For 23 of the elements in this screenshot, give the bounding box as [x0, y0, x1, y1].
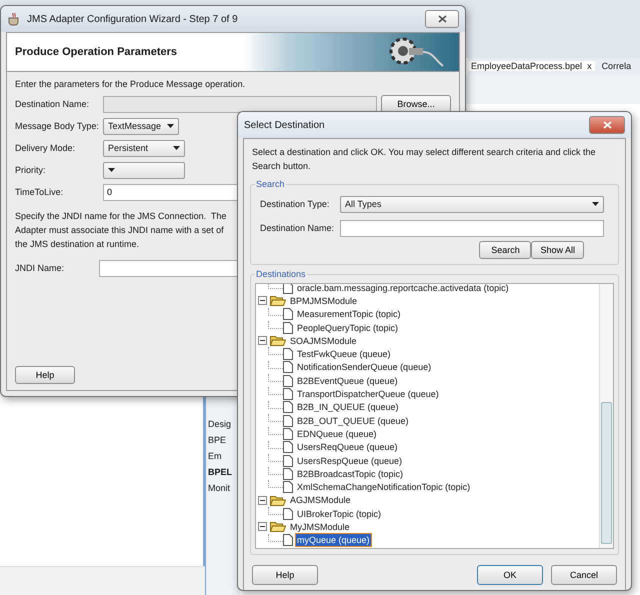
- panel-label: Em: [207, 451, 222, 461]
- page-heading: Produce Operation Parameters: [14, 46, 178, 58]
- field-label: Priority:: [15, 165, 47, 175]
- panel-label: BPEL: [207, 467, 234, 477]
- jndi-description: Specify the JNDI name for the JMS Connection. The: [15, 210, 226, 223]
- panel-label: Monit: [207, 483, 232, 493]
- field-label: Delivery Mode:: [15, 143, 76, 153]
- instruction-text: Select a destination and click OK. You may select different search criteria and click the Search button.: [251, 146, 597, 173]
- panel-label: BPE: [207, 435, 228, 445]
- group-label: Search: [255, 179, 286, 189]
- group-label: Destinations: [255, 269, 307, 279]
- field-label: TimeToLive:: [15, 187, 64, 197]
- jndi-description: the JMS destination at runtime.: [15, 238, 140, 251]
- instruction-text: Enter the parameters for the Produce Message operation.: [15, 78, 246, 91]
- field-label: Message Body Type:: [15, 121, 100, 131]
- panel-label: Desig: [207, 419, 232, 429]
- field-label: Destination Name:: [260, 223, 336, 233]
- field-label: Destination Type:: [260, 199, 330, 209]
- field-label: JNDI Name:: [15, 263, 66, 273]
- dialog-title: Select Destination: [244, 120, 326, 130]
- jndi-description: Adapter must associate this JNDI name with a set of: [15, 224, 224, 237]
- window-title: JMS Adapter Configuration Wizard - Step 7 of 9: [27, 14, 239, 24]
- field-label: Destination Name:: [15, 99, 90, 109]
